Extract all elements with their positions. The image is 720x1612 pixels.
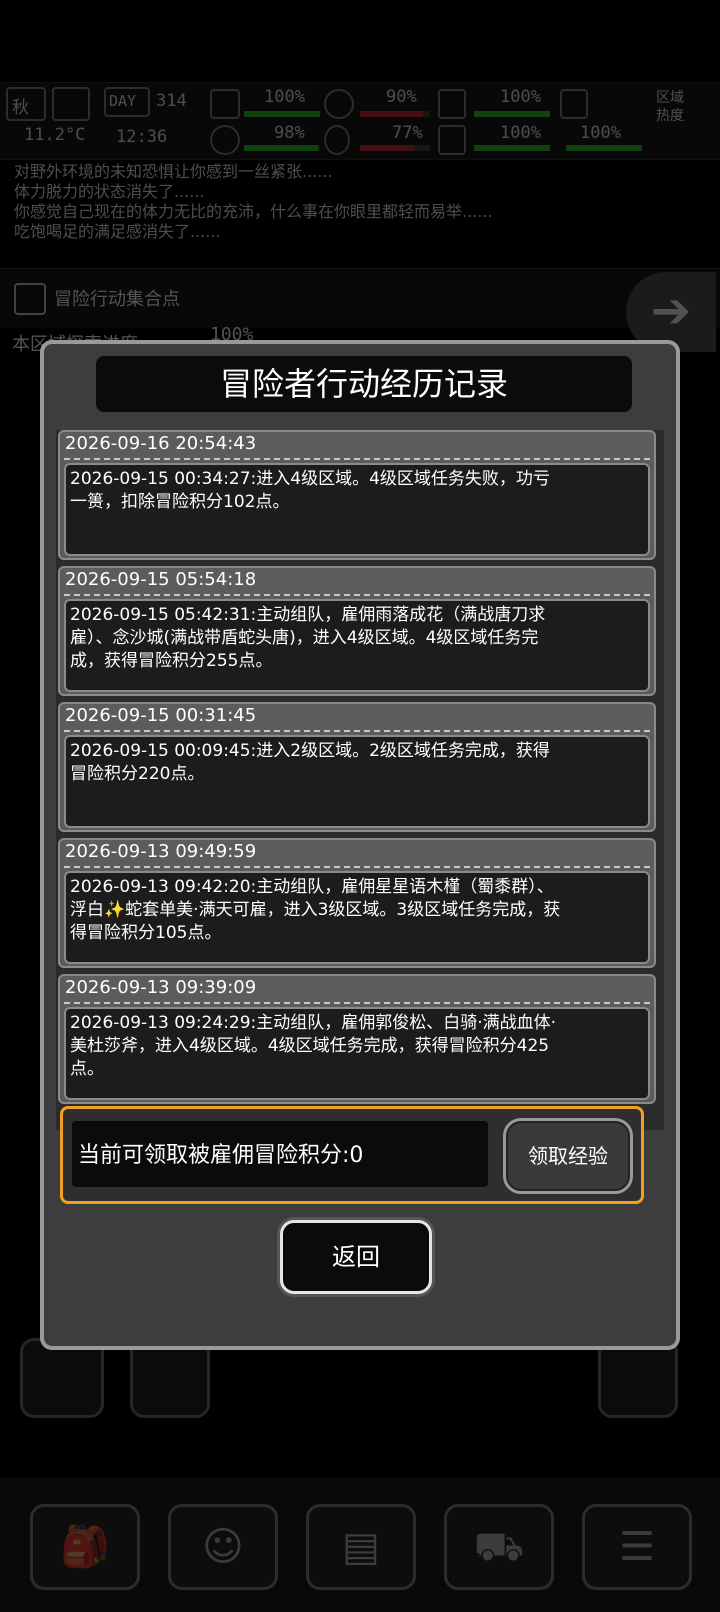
stat-heart-value: 100% (500, 123, 541, 143)
record-body: 2026-09-15 00:34:27:进入4级区域。4级区域任务失败，功亏一篑… (64, 463, 650, 556)
record-divider (64, 1002, 650, 1004)
claimable-points-text: 当前可领取被雇佣冒险积分:0 (78, 1143, 364, 1168)
weather-cloud-icon (52, 87, 90, 121)
stat-armor-bar (474, 111, 550, 117)
stat-health-bar (244, 111, 320, 117)
season-badge: 秋 (6, 87, 46, 121)
record-text: 2026-09-15 00:34:27:进入4级区域。4级区域任务失败，功亏一篑… (70, 469, 550, 512)
dialog-title: 冒险者行动经历记录 (219, 365, 508, 403)
heart-icon (438, 125, 466, 155)
record-card: 2026-09-15 05:54:18 2026-09-15 05:42:31:… (58, 566, 656, 696)
stat-heart-bar (474, 145, 550, 151)
shopping-cart-icon[interactable]: ⛟ (444, 1504, 554, 1590)
log-line: 体力脱力的状态消失了...... (14, 182, 205, 201)
record-divider (64, 594, 650, 596)
water-drop-icon (324, 125, 350, 155)
record-card: 2026-09-13 09:39:09 2026-09-13 09:24:29:… (58, 974, 656, 1104)
brain-skills-icon[interactable]: ☺ (168, 1504, 278, 1590)
day-badge: DAY (104, 87, 150, 117)
record-card: 2026-09-16 20:54:43 2026-09-15 00:34:27:… (58, 430, 656, 560)
clock: 12:36 (116, 127, 168, 147)
stat-water-bar (360, 145, 430, 151)
location-row: 冒险行动集合点 (0, 268, 720, 328)
back-button[interactable]: 返回 (280, 1220, 432, 1294)
log-line: 对野外环境的未知恐惧让你感到一丝紧张...... (14, 162, 333, 181)
stat-hunger-bar (360, 111, 430, 117)
stat-stamina-bar (566, 145, 642, 151)
log-line: 吃饱喝足的满足感消失了...... (14, 222, 221, 241)
stat-water-value: 77% (392, 123, 423, 143)
temperature: 11.2°C (24, 125, 86, 145)
record-divider (64, 866, 650, 868)
record-date: 2026-09-13 09:49:59 (65, 841, 257, 862)
record-text: 2026-09-13 09:42:20:主动组队，雇佣星星语木槿（蜀黍群）、浮白… (70, 877, 561, 943)
record-body: 2026-09-13 09:24:29:主动组队，雇佣郭俊松、白骑·满战血体·美… (64, 1007, 650, 1100)
brain-icon (210, 125, 240, 155)
record-body: 2026-09-15 00:09:45:进入2级区域。2级区域任务完成，获得冒险… (64, 735, 650, 828)
record-text: 2026-09-15 00:09:45:进入2级区域。2级区域任务完成，获得冒险… (70, 741, 550, 784)
record-card: 2026-09-15 00:31:45 2026-09-15 00:09:45:… (58, 702, 656, 832)
menu-list-icon[interactable]: ☰ (582, 1504, 692, 1590)
record-date: 2026-09-13 09:39:09 (65, 977, 257, 998)
record-text: 2026-09-15 05:42:31:主动组队，雇佣雨落成花（满战唐刀求雇）、… (70, 605, 546, 671)
log-line: 你感觉自己现在的体力无比的充沛，什么事在你眼里都轻而易举...... (14, 202, 493, 221)
record-list[interactable]: 2026-09-16 20:54:43 2026-09-15 00:34:27:… (56, 430, 664, 1130)
record-date: 2026-09-15 05:54:18 (65, 569, 257, 590)
location-map-icon (14, 283, 46, 315)
record-card: 2026-09-13 09:49:59 2026-09-13 09:42:20:… (58, 838, 656, 968)
record-divider (64, 730, 650, 732)
stat-brain-value: 98% (274, 123, 305, 143)
day-label: DAY (109, 92, 137, 110)
location-name: 冒险行动集合点 (54, 289, 180, 310)
zone-heat-label: 区域 热度 (656, 90, 684, 124)
claim-points-panel: 当前可领取被雇佣冒险积分:0 领取经验 (60, 1106, 644, 1204)
walk-icon[interactable] (130, 1338, 210, 1418)
moon-hunger-icon (324, 89, 354, 119)
tap-action-icon[interactable] (20, 1338, 104, 1418)
adventure-record-dialog: 冒险者行动经历记录 2026-09-16 20:54:43 2026-09-15… (40, 340, 680, 1350)
record-divider (64, 458, 650, 460)
backpack-icon[interactable]: 🎒 (30, 1504, 140, 1590)
dialog-title-bar: 冒险者行动经历记录 (96, 356, 632, 412)
boot-icon (560, 89, 588, 119)
stat-armor-value: 100% (500, 87, 541, 107)
record-body: 2026-09-13 09:42:20:主动组队，雇佣星星语木槿（蜀黍群）、浮白… (64, 871, 650, 964)
season-label: 秋 (12, 98, 29, 118)
medkit-icon (210, 89, 240, 119)
stat-brain-bar (244, 145, 320, 151)
record-text: 2026-09-13 09:24:29:主动组队，雇佣郭俊松、白骑·满战血体·美… (70, 1013, 557, 1079)
claim-text-box: 当前可领取被雇佣冒险积分:0 (72, 1121, 488, 1187)
record-body: 2026-09-15 05:42:31:主动组队，雇佣雨落成花（满战唐刀求雇）、… (64, 599, 650, 692)
bottom-nav-bar: 🎒 ☺ ▤ ⛟ ☰ (0, 1478, 720, 1612)
hunter-icon[interactable] (598, 1338, 678, 1418)
notebook-icon[interactable]: ▤ (306, 1504, 416, 1590)
armor-icon (438, 89, 466, 119)
day-number: 314 (156, 91, 187, 111)
stat-stamina-value: 100% (580, 123, 621, 143)
status-bar: 秋 DAY 314 11.2°C 12:36 100% 90% 100% 98%… (0, 82, 720, 160)
stat-health-value: 100% (264, 87, 305, 107)
event-log: 对野外环境的未知恐惧让你感到一丝紧张...... 体力脱力的状态消失了.....… (14, 162, 574, 242)
record-date: 2026-09-16 20:54:43 (65, 433, 257, 454)
claim-experience-button[interactable]: 领取经验 (503, 1118, 633, 1194)
record-date: 2026-09-15 00:31:45 (65, 705, 257, 726)
stat-hunger-value: 90% (386, 87, 417, 107)
